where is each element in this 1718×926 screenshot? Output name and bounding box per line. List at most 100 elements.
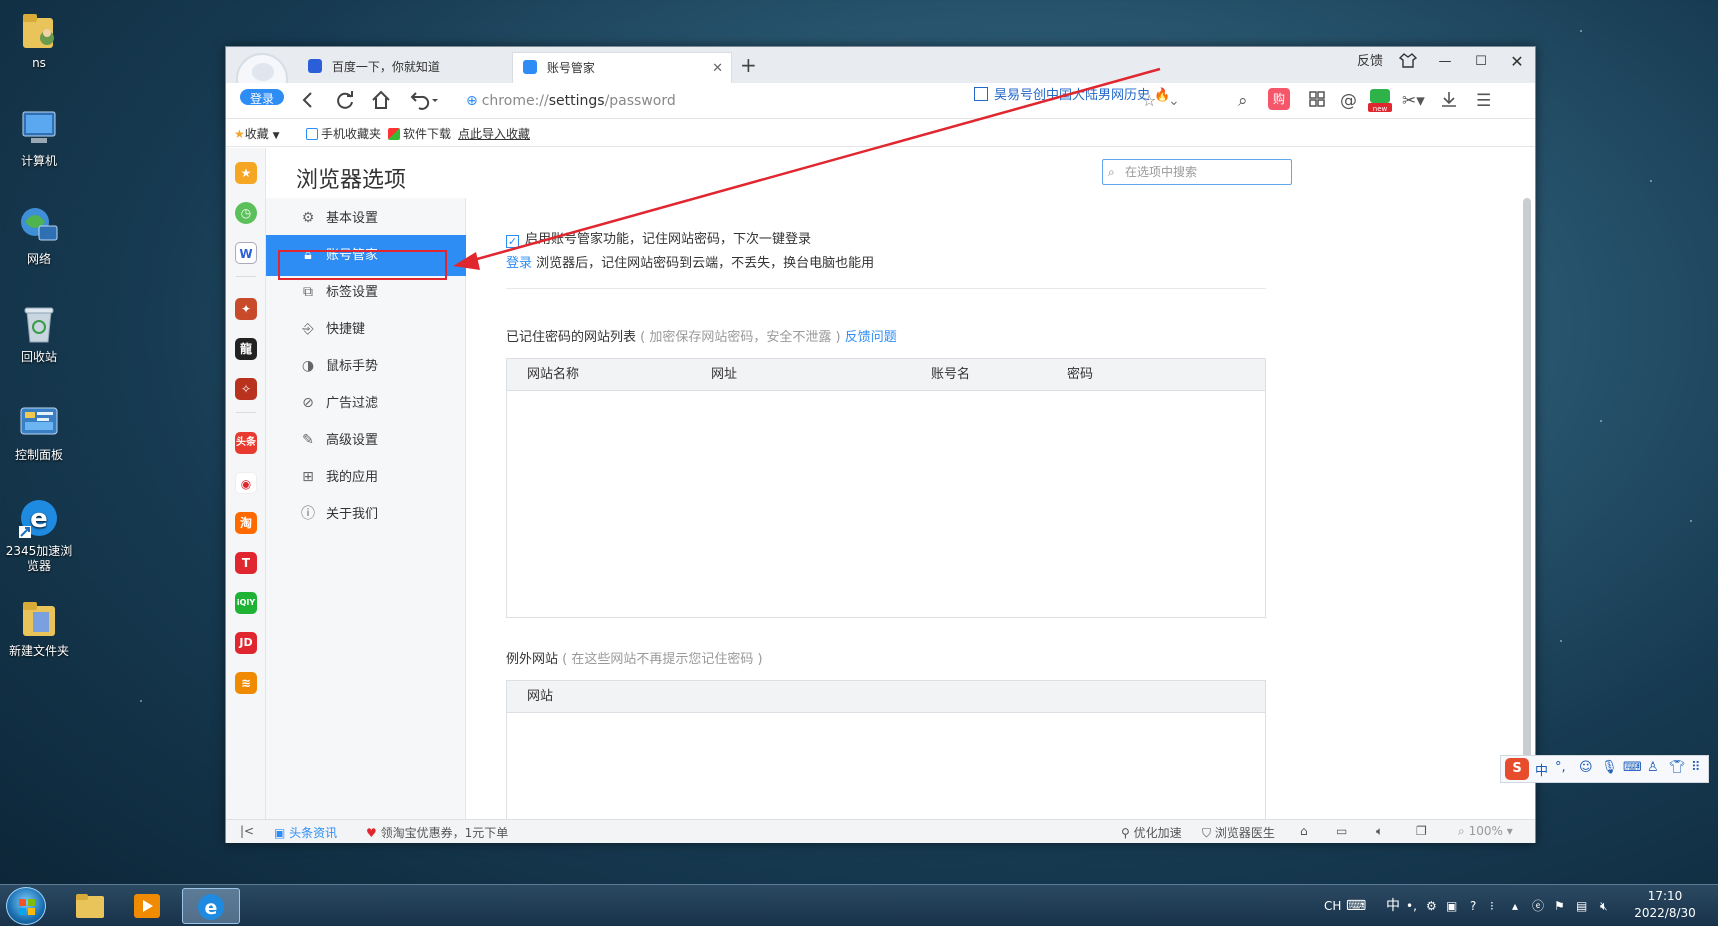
tray-screen-icon[interactable]: ▣ xyxy=(1446,885,1457,926)
tray-punctuation-icon[interactable]: •, xyxy=(1406,885,1417,926)
desktop-icon-ns[interactable]: ns xyxy=(0,8,78,71)
tray-help-icon[interactable]: ? xyxy=(1470,885,1476,926)
screenshot-scissors-icon[interactable]: ✂▾ xyxy=(1402,90,1425,112)
tray-show-hidden-icon[interactable]: ▴ xyxy=(1512,885,1518,926)
table-header: 网站 xyxy=(507,681,1265,713)
maximize-button[interactable]: ☐ xyxy=(1464,47,1498,77)
tab-account-manager[interactable]: 账号管家 ✕ xyxy=(512,52,732,83)
bookmarks-favorites[interactable]: ★收藏 ▼ xyxy=(234,125,280,142)
shopping-icon[interactable]: 购 xyxy=(1268,88,1290,110)
cleanup-icon[interactable]: ⌂ xyxy=(1300,824,1308,838)
menu-item-basic[interactable]: ⚙ 基本设置 xyxy=(266,198,466,239)
toolbox-grid-icon[interactable]: ⠿ xyxy=(1691,760,1701,775)
user-icon[interactable]: ♙ xyxy=(1647,760,1659,775)
weibo-icon[interactable]: ◉ xyxy=(235,472,257,494)
desktop-icon-2345-browser[interactable]: e 2345加速浏览器 xyxy=(0,496,78,574)
back-button[interactable] xyxy=(298,89,318,118)
bookmark-item-mobile[interactable]: 手机收藏夹 xyxy=(306,125,381,142)
tray-options-icon[interactable]: ⁝ xyxy=(1490,885,1494,926)
menu-item-shortcuts[interactable]: ⎆ 快捷键 xyxy=(266,309,466,350)
tray-flag-icon[interactable]: ⚑ xyxy=(1554,885,1565,926)
tray-language[interactable]: CH xyxy=(1324,885,1341,926)
scrollbar[interactable] xyxy=(1523,198,1531,758)
coupon-status[interactable]: ♥ 领淘宝优惠券，1元下单 xyxy=(366,824,508,841)
tray-ime-icon[interactable]: ⌨ xyxy=(1346,885,1366,926)
download-icon[interactable] xyxy=(1440,90,1458,114)
desktop-icon-new-folder[interactable]: 新建文件夹 xyxy=(0,596,78,659)
jd-icon[interactable]: JD xyxy=(235,632,257,654)
game-icon[interactable]: ✦ xyxy=(235,298,257,320)
close-window-button[interactable]: ✕ xyxy=(1500,47,1534,77)
menu-item-ad-filter[interactable]: ⊘ 广告过滤 xyxy=(266,383,466,424)
rpg-game-icon[interactable]: ✧ xyxy=(235,378,257,400)
ime-mode[interactable]: 中 xyxy=(1535,760,1548,779)
new-tab-button[interactable]: + xyxy=(740,53,757,77)
window-icon[interactable]: ❐ xyxy=(1416,824,1427,838)
menu-item-my-apps[interactable]: ⊞ 我的应用 xyxy=(266,457,466,498)
enable-account-manager[interactable]: ✓ 启用账号管家功能，记住网站密码，下次一键登录 xyxy=(506,228,811,248)
zoom-magnifier-icon: ⌕ xyxy=(1458,824,1465,838)
microphone-icon[interactable]: 🎙︎ xyxy=(1601,760,1618,775)
news-headline[interactable]: 昊易号创中国大陆男网历史 🔥 xyxy=(974,83,1170,109)
home-button[interactable] xyxy=(370,89,392,118)
feedback-button[interactable]: 反馈 xyxy=(1350,47,1390,77)
word-doc-icon[interactable]: W xyxy=(235,242,257,264)
new-game-icon[interactable]: new xyxy=(1368,87,1392,113)
dragon-game-icon[interactable]: 龍 xyxy=(235,338,257,360)
taobao-icon[interactable]: 淘 xyxy=(235,512,257,534)
skin-shirt-icon[interactable]: 👕︎ xyxy=(1669,760,1686,775)
menu-item-mouse-gestures[interactable]: ◑ 鼠标手势 xyxy=(266,346,466,387)
desktop-icon-network[interactable]: 网络 xyxy=(0,204,78,267)
refresh-button[interactable] xyxy=(334,89,356,118)
speed-icon[interactable]: ▭ xyxy=(1336,824,1347,838)
browser-doctor-button[interactable]: ⛉ 浏览器医生 xyxy=(1202,824,1275,841)
skin-shirt-icon[interactable] xyxy=(1392,47,1424,77)
taskbar-media-player[interactable] xyxy=(122,888,172,924)
keyboard-icon[interactable]: ⌨ xyxy=(1623,760,1642,775)
desktop-icon-control-panel[interactable]: 控制面板 xyxy=(0,400,78,463)
history-clock-icon[interactable]: ◷ xyxy=(235,202,257,224)
tray-settings-icon[interactable]: ⚙ xyxy=(1426,885,1437,926)
tmall-icon[interactable]: T xyxy=(235,552,257,574)
taskbar-browser[interactable]: e xyxy=(182,888,240,924)
desktop-icon-recycle-bin[interactable]: 回收站 xyxy=(0,302,78,365)
tab-close-icon[interactable]: ✕ xyxy=(712,53,723,84)
optimize-button[interactable]: ⚲ 优化加速 xyxy=(1121,824,1182,841)
email-at-icon[interactable]: @ xyxy=(1340,90,1357,112)
checkbox-checked[interactable]: ✓ xyxy=(506,235,519,248)
apps-grid-icon[interactable] xyxy=(1308,90,1326,114)
collapse-sidebar-icon[interactable]: |< xyxy=(240,824,254,838)
volume-icon[interactable]: 🔈︎ xyxy=(1376,824,1383,839)
punctuation-icon[interactable]: °, xyxy=(1555,760,1566,775)
menu-item-advanced[interactable]: ✎ 高级设置 xyxy=(266,420,466,461)
block-icon: ⊘ xyxy=(302,395,314,411)
login-link[interactable]: 登录 xyxy=(506,256,532,271)
login-badge[interactable]: 登录 xyxy=(238,87,286,107)
zoom-level[interactable]: ⌕ 100% ▾ xyxy=(1458,824,1513,839)
import-bookmarks-link[interactable]: 点此导入收藏 xyxy=(458,125,530,142)
tray-ime-mode[interactable]: 中 xyxy=(1386,885,1400,926)
favorites-star-icon[interactable]: ★ xyxy=(235,162,257,184)
tray-network-icon[interactable]: ▤ xyxy=(1576,885,1587,926)
bookmark-item-software[interactable]: 软件下载 xyxy=(388,125,451,142)
toutiao-icon[interactable]: 头条 xyxy=(235,432,257,454)
desktop-icon-computer[interactable]: 计算机 xyxy=(0,106,78,169)
settings-search-input[interactable]: ⌕ 在选项中搜索 xyxy=(1102,159,1292,185)
minimize-button[interactable]: — xyxy=(1428,47,1462,77)
start-button[interactable] xyxy=(6,887,46,925)
undo-close-button[interactable] xyxy=(408,89,440,118)
emoji-icon[interactable]: ☺ xyxy=(1579,760,1593,775)
menu-hamburger-icon[interactable]: ☰ xyxy=(1476,90,1491,112)
tray-volume-icon[interactable]: 🔇︎ xyxy=(1600,885,1608,926)
tab-baidu[interactable]: 百度一下，你就知道 xyxy=(298,52,508,83)
ime-toolbar[interactable]: S 中 °, ☺ 🎙︎ ⌨ ♙ 👕︎ ⠿ xyxy=(1500,755,1709,783)
news-status[interactable]: ▣ 头条资讯 xyxy=(274,824,337,841)
iqiyi-icon[interactable]: iQIY xyxy=(235,592,257,614)
feedback-link[interactable]: 反馈问题 xyxy=(845,330,897,345)
taskbar-clock[interactable]: 17:10 2022/8/30 xyxy=(1620,888,1710,922)
search-icon[interactable]: ⌕ xyxy=(1238,90,1248,112)
taskbar-explorer[interactable] xyxy=(64,888,114,924)
menu-item-about[interactable]: ⓘ 关于我们 xyxy=(266,494,466,535)
app-365-icon[interactable]: ≋ xyxy=(235,672,257,694)
tray-browser-icon[interactable]: ⓔ xyxy=(1532,885,1544,926)
